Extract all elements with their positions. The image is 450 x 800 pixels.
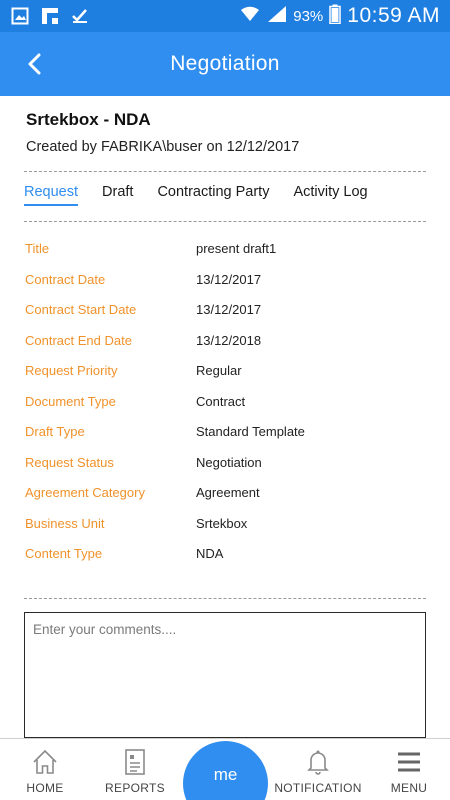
- nav-notification[interactable]: NOTIFICATION: [273, 747, 363, 795]
- field-row: Contract Start Date 13/12/2017: [25, 302, 425, 333]
- field-label: Request Priority: [25, 363, 118, 378]
- nav-menu[interactable]: MENU: [364, 747, 450, 795]
- request-details: Title present draft1 Contract Date 13/12/2…: [25, 241, 425, 577]
- report-icon: [122, 747, 148, 777]
- status-bar: 93% 10:59 AM: [0, 0, 450, 32]
- field-row: Business Unit Srtekbox: [25, 516, 425, 547]
- divider: [24, 598, 426, 599]
- field-label: Agreement Category: [25, 485, 145, 500]
- nav-notification-label: NOTIFICATION: [274, 781, 362, 795]
- field-value: Contract: [196, 393, 246, 409]
- field-row: Contract Date 13/12/2017: [25, 272, 425, 303]
- task-check-icon: [70, 6, 90, 26]
- bell-icon: [305, 747, 331, 777]
- field-value: Standard Template: [196, 424, 305, 439]
- field-label: Title: [25, 241, 50, 256]
- gallery-icon: [10, 6, 30, 26]
- field-value: present draft1: [196, 241, 277, 256]
- field-value: Negotiation: [196, 454, 262, 470]
- field-row: Document Type Contract: [25, 394, 425, 425]
- battery-icon: [329, 4, 342, 28]
- nav-reports[interactable]: REPORTS: [90, 747, 180, 795]
- tab-bar: Request Draft Contracting Party Activity…: [24, 184, 424, 206]
- document-header: Srtekbox - NDA Created by FABRIKA\buser …: [26, 110, 426, 155]
- hamburger-icon: [396, 747, 422, 777]
- field-row: Request Status Negotiation: [25, 455, 425, 486]
- field-label: Request Status: [25, 454, 114, 470]
- field-value: Agreement: [196, 485, 260, 500]
- wifi-icon: [239, 5, 261, 27]
- field-label: Content Type: [25, 546, 103, 561]
- field-row: Contract End Date 13/12/2018: [25, 333, 425, 364]
- field-label: Contract Start Date: [25, 302, 137, 317]
- house-icon: [31, 747, 59, 777]
- field-row: Content Type NDA: [25, 546, 425, 577]
- nav-home[interactable]: HOME: [0, 747, 90, 795]
- nav-reports-label: REPORTS: [105, 781, 165, 795]
- field-value: 13/12/2017: [196, 271, 262, 287]
- field-label: Contract Date: [25, 271, 106, 287]
- field-row: Agreement Category Agreement: [25, 485, 425, 516]
- field-value: Srtekbox: [196, 515, 248, 531]
- field-label: Draft Type: [25, 424, 85, 439]
- field-value: 13/12/2017: [196, 302, 262, 317]
- document-title: Srtekbox - NDA: [26, 110, 151, 129]
- field-value: 13/12/2018: [196, 332, 262, 348]
- page-title: Negotiation: [170, 52, 280, 75]
- back-arrow-icon[interactable]: [18, 48, 50, 80]
- app-header: Negotiation: [0, 32, 450, 96]
- nav-home-label: HOME: [26, 781, 64, 795]
- field-label: Document Type: [25, 393, 116, 409]
- divider: [24, 171, 426, 172]
- field-row: Draft Type Standard Template: [25, 424, 425, 455]
- flipboard-icon: [40, 6, 60, 26]
- signal-icon: [267, 5, 287, 27]
- tab-contracting-party[interactable]: Contracting Party: [157, 184, 269, 206]
- tab-draft[interactable]: Draft: [102, 184, 133, 206]
- nav-menu-label: MENU: [390, 781, 428, 795]
- document-created-by: Created by FABRIKA\buser on 12/12/2017: [26, 139, 300, 155]
- clock: 10:59 AM: [347, 4, 440, 27]
- field-value: Regular: [196, 363, 242, 378]
- battery-percent: 93%: [293, 7, 324, 25]
- field-label: Contract End Date: [25, 332, 132, 348]
- comments-input[interactable]: [24, 612, 426, 738]
- field-row: Request Priority Regular: [25, 363, 425, 394]
- field-row: Title present draft1: [25, 241, 425, 272]
- tab-request[interactable]: Request: [24, 184, 79, 206]
- field-label: Business Unit: [25, 515, 105, 531]
- divider: [24, 221, 426, 222]
- tab-activity-log[interactable]: Activity Log: [293, 184, 367, 206]
- field-value: NDA: [196, 546, 224, 561]
